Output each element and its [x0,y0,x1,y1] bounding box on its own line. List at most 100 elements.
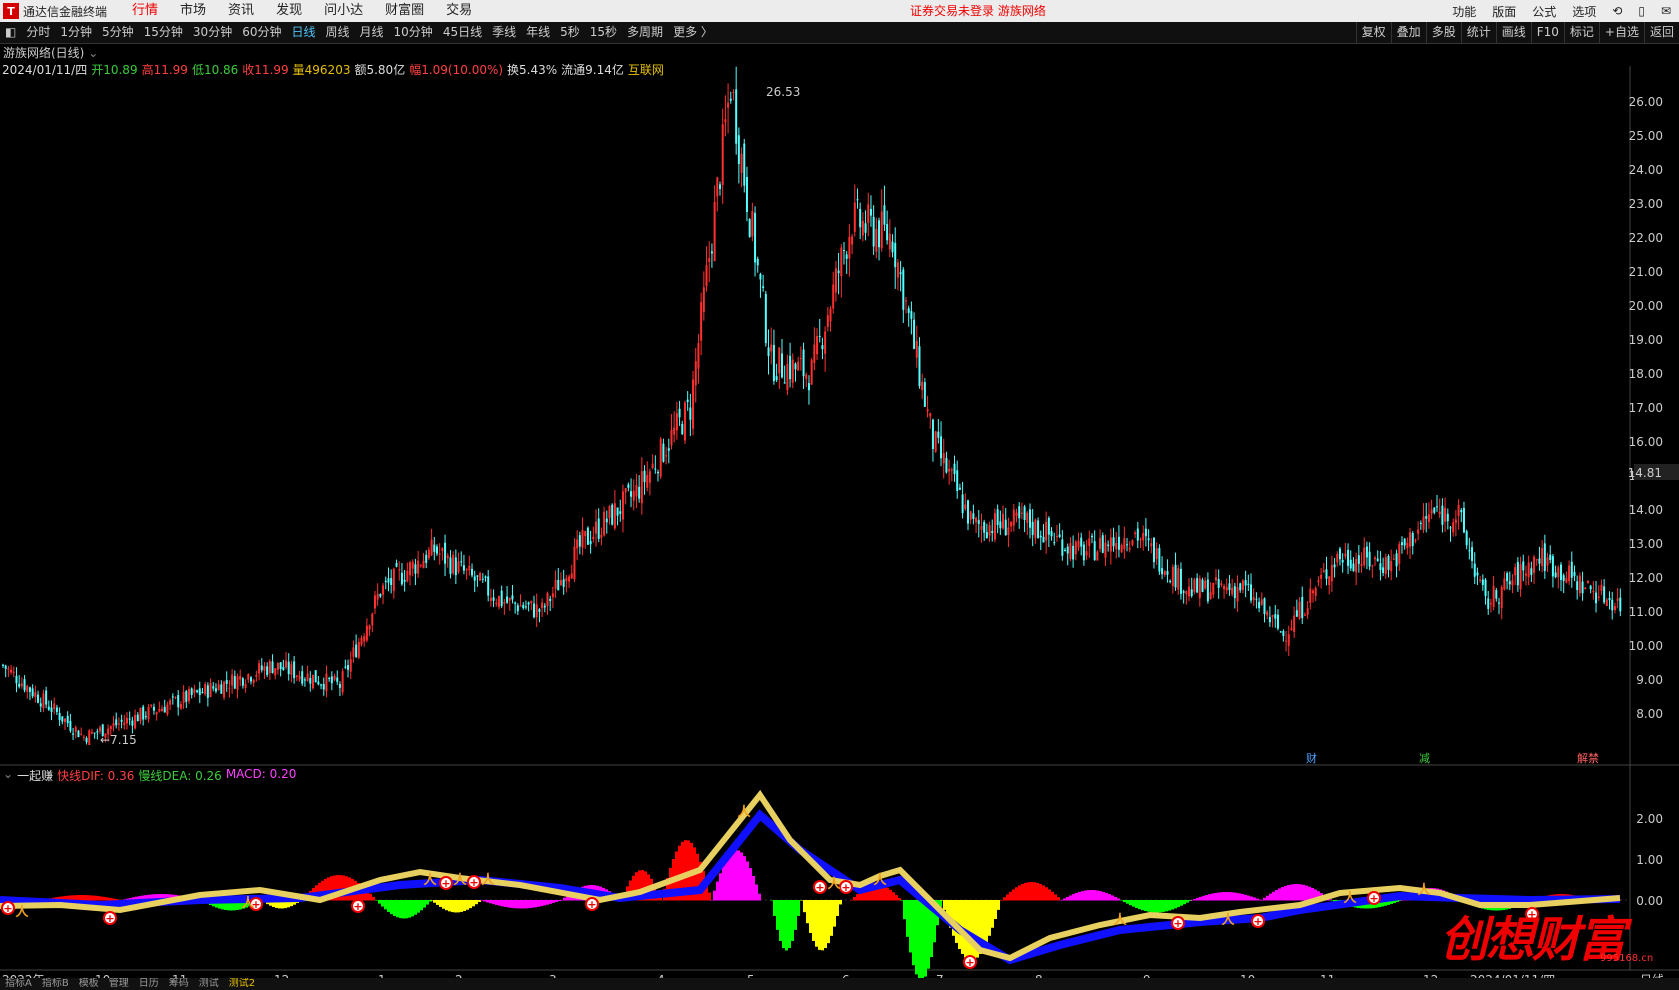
candle-body [1312,590,1315,594]
candle-body [1301,596,1304,619]
macd-bar [1199,896,1202,901]
macd-bar [1168,900,1171,911]
candle-body [915,340,918,358]
candle-body [1347,549,1350,566]
macd-bar [375,900,378,901]
candle-body [209,683,212,697]
macd-bar [486,900,489,903]
candle-body [888,233,891,250]
runner-signal-icon: ⼈ [1113,912,1127,928]
candle-body [1117,536,1120,550]
candle-body [910,311,913,319]
candle-body [576,539,579,549]
bottom-tab[interactable]: 管理 [104,978,134,990]
candle-body [1293,615,1296,632]
macd-bar [381,900,384,907]
macd-bar [824,900,827,949]
candle-body [732,92,735,94]
candle-body [848,236,851,259]
candle-body [829,308,832,322]
candle-body [1597,596,1600,598]
macd-bar [1015,887,1018,901]
bottom-tab[interactable]: 日历 [134,978,164,990]
event-marker-unlock[interactable]: 解禁 [1577,751,1599,765]
candle-body [603,511,606,536]
candle-body [1554,572,1557,578]
candle-body [10,669,13,673]
candle-body [7,668,10,670]
candle-body [93,732,96,734]
candle-body [328,677,331,679]
macd-bar [423,900,426,908]
candle-body [1255,598,1258,600]
candle-body [613,503,616,529]
candle-body [721,124,724,186]
bottom-tab[interactable]: 筹码 [164,978,194,990]
candle-body [387,578,390,583]
candle-body [657,471,660,474]
candle-body [1204,580,1207,589]
macd-bar [1229,892,1232,901]
candle-body [737,135,740,164]
candle-body [519,605,522,607]
macd-bar [390,900,393,915]
candle-body [1123,538,1126,550]
macd-bar [895,895,898,901]
candle-body [360,637,363,645]
bottom-tab[interactable]: 测试 [194,978,224,990]
bottom-tab-active[interactable]: 测试2 [224,978,260,990]
candle-body [861,220,864,236]
indicator-header[interactable]: ⌄ 一起赚 快线DIF: 0.36 慢线DEA: 0.26 MACD: 0.20 [3,767,296,784]
macd-bar [513,900,516,909]
candle-body [53,703,56,710]
kline-chart[interactable]: 26.00 25.00 24.00 23.00 22.00 21.00 20.0… [0,0,1679,990]
runner-signal-icon: ⼈ [15,904,29,920]
macd-bar [495,900,498,905]
macd-bar [836,900,839,916]
bottom-tab[interactable]: 模板 [74,978,104,990]
candle-body [363,636,366,642]
candle-body [945,458,948,473]
macd-bar [1129,900,1132,906]
candle-body [767,347,770,357]
candle-body [476,575,479,577]
macd-bar [994,900,997,920]
macd-bar [850,900,853,901]
candle-body [1503,578,1506,590]
macd-bar [1256,898,1259,901]
candle-body [373,595,376,609]
macd-bar [900,900,903,901]
chevron-down-icon[interactable]: ⌄ [3,767,13,784]
candle-body [1031,521,1034,535]
candle-body [425,554,428,563]
candle-body [460,561,463,563]
candle-body [1511,580,1514,586]
macd-bar [91,895,94,901]
candle-body [1417,529,1420,534]
macd-bar [1024,882,1027,901]
candle-body [1150,543,1153,547]
candle-body [96,731,99,733]
candle-body [422,560,425,569]
event-marker-reduce[interactable]: 减 [1419,752,1430,765]
bottom-tab[interactable]: 指标B [37,978,74,990]
bottom-tab[interactable]: 指标A [0,978,37,990]
candle-body [956,470,959,492]
candle-body [1619,597,1622,612]
candle-body [1158,548,1161,572]
event-marker-finance[interactable]: 财 [1306,751,1317,765]
macd-bar [372,896,375,901]
macd-bar [1275,890,1278,901]
candle-body [263,666,266,671]
candle-body [899,272,902,275]
macd-bar [420,900,423,911]
macd-bar [886,887,889,901]
macd-bar [1260,900,1263,901]
macd-bar [448,900,451,912]
candle-body [918,346,921,387]
candle-body [1069,543,1072,559]
candle-body [1093,541,1096,561]
candle-body [123,722,126,726]
candle-body [1508,581,1511,585]
macd-bar [466,900,469,910]
